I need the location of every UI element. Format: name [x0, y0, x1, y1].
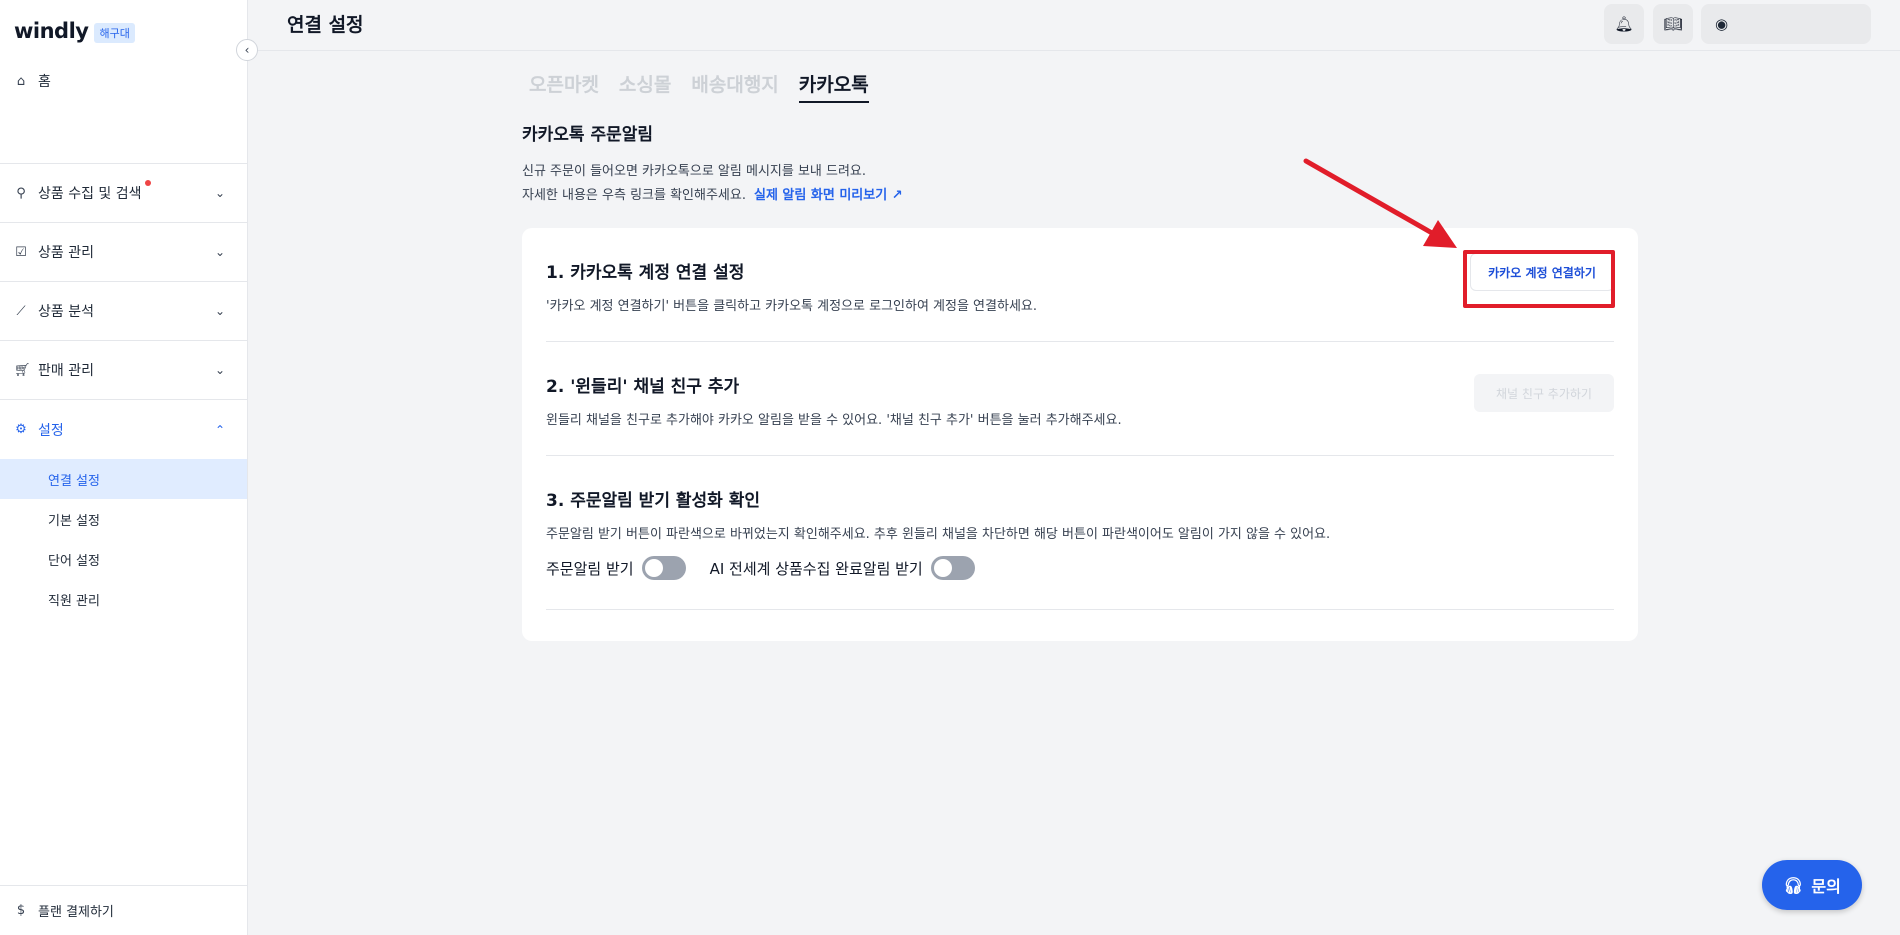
sidebar-item-basic-settings[interactable]: 기본 설정	[0, 499, 247, 539]
tab-sourcing-mall[interactable]: 소싱몰	[619, 70, 671, 103]
step-2: 2. '윈들리' 채널 친구 추가 윈들리 채널을 친구로 추가해야 카카오 알…	[546, 372, 1614, 456]
notification-dot	[144, 180, 151, 186]
top-header: 연결 설정 🔔︎ 📖︎ ◉	[249, 0, 1900, 51]
toggle-row: 주문알림 받기 AI 전세계 상품수집 완료알림 받기	[546, 556, 1614, 580]
chevron-down-icon: ⌄	[214, 245, 225, 259]
step-3-description: 주문알림 받기 버튼이 파란색으로 바뀌었는지 확인해주세요. 추후 윈들리 채…	[546, 527, 1331, 542]
gear-icon: ⚙	[15, 422, 27, 437]
tab-forwarding[interactable]: 배송대행지	[691, 70, 778, 103]
windly-logo[interactable]: windly	[14, 19, 89, 43]
order-alert-label: 주문알림 받기	[546, 559, 634, 578]
bell-icon: 🔔︎	[1614, 15, 1634, 33]
nav-label-settings: 설정	[38, 422, 64, 439]
chevron-down-icon: ⌄	[214, 304, 225, 318]
sidebar-item-connection-settings[interactable]: 연결 설정	[0, 459, 247, 499]
nav-section-product-search[interactable]: ⚲ 상품 수집 및 검색 ⌄	[0, 164, 247, 223]
plan-payment-label: 플랜 결제하기	[38, 905, 114, 920]
inquiry-button[interactable]: 🎧︎ 문의	[1762, 860, 1862, 910]
order-alert-toggle[interactable]	[641, 556, 686, 580]
section-description: 신규 주문이 들어오면 카카오톡으로 알림 메시지를 보내 드려요.	[522, 164, 867, 179]
guide-button[interactable]: 📖︎	[1653, 4, 1693, 44]
sidebar-item-staff-manage[interactable]: 직원 관리	[0, 579, 247, 619]
preview-link[interactable]: 실제 알림 화면 미리보기 ↗	[754, 184, 903, 203]
nav-section-settings[interactable]: ⚙ 설정 ⌃	[0, 400, 247, 459]
inquiry-label: 문의	[1811, 877, 1841, 896]
chevron-up-icon: ⌃	[214, 422, 225, 437]
section-description-text: 자세한 내용은 우측 링크를 확인해주세요.	[522, 188, 746, 203]
step-3: 3. 주문알림 받기 활성화 확인 주문알림 받기 버튼이 파란색으로 바뀌었는…	[546, 486, 1614, 610]
order-alert-toggle-group: 주문알림 받기	[546, 556, 686, 580]
ai-collect-alert-label: AI 전세계 상품수집 완료알림 받기	[709, 559, 923, 578]
nav-section-label: 상품 수집 및 검색	[38, 180, 151, 203]
step-2-title: 2. '윈들리' 채널 친구 추가	[546, 377, 740, 397]
nav-section-sales-manage[interactable]: 🛒︎ 판매 관리 ⌄	[0, 341, 247, 400]
nav-label-product-analysis: 상품 분석	[38, 304, 94, 320]
tab-kakaotalk[interactable]: 카카오톡	[798, 70, 869, 103]
page-title: 연결 설정	[287, 14, 364, 36]
step-3-title: 3. 주문알림 받기 활성화 확인	[546, 491, 761, 511]
user-circle-icon: ◉	[1715, 15, 1729, 33]
tab-open-market[interactable]: 오픈마켓	[529, 70, 599, 103]
add-channel-friend-button[interactable]: 채널 친구 추가하기	[1474, 374, 1614, 412]
user-menu-button[interactable]: ◉	[1701, 4, 1871, 44]
ai-collect-alert-toggle[interactable]	[930, 556, 975, 580]
toggle-knob	[933, 559, 952, 577]
step-2-description: 윈들리 채널을 친구로 추가해야 카카오 알림을 받을 수 있어요. '채널 친…	[546, 413, 1122, 428]
plan-payment-button[interactable]: $ 플랜 결제하기	[0, 885, 248, 935]
nav-home[interactable]: ⌂ 홈	[0, 62, 247, 164]
chevron-down-icon: ⌄	[214, 186, 225, 200]
logo-row: windly 해구대	[0, 0, 247, 62]
book-icon: 📖︎	[1663, 15, 1683, 33]
chevron-left-icon: ‹	[244, 43, 250, 57]
preview-link-label: 실제 알림 화면 미리보기	[753, 188, 888, 203]
dollar-icon: $	[16, 903, 26, 918]
search-icon: ⚲	[16, 185, 26, 201]
chevron-down-icon: ⌄	[214, 363, 225, 377]
ai-collect-toggle-group: AI 전세계 상품수집 완료알림 받기	[710, 556, 975, 580]
nav-label-product-manage: 상품 관리	[38, 245, 94, 261]
sidebar: windly 해구대 ⌂ 홈 ⚲ 상품 수집 및 검색 ⌄ ☑ 상품 관리 ⌄ …	[0, 0, 248, 935]
step-1-title: 1. 카카오톡 계정 연결 설정	[546, 263, 745, 283]
step-1: 1. 카카오톡 계정 연결 설정 '카카오 계정 연결하기' 버튼을 클릭하고 …	[546, 258, 1614, 342]
checklist-icon: ☑	[15, 244, 27, 260]
kakao-settings-card: 1. 카카오톡 계정 연결 설정 '카카오 계정 연결하기' 버튼을 클릭하고 …	[522, 228, 1638, 641]
toggle-knob	[644, 559, 663, 577]
external-link-icon: ↗	[891, 188, 903, 203]
nav-home-label: 홈	[38, 74, 51, 90]
headset-icon: 🎧︎	[1783, 875, 1804, 895]
step-1-description: '카카오 계정 연결하기' 버튼을 클릭하고 카카오톡 계정으로 로그인하여 계…	[546, 299, 1037, 314]
nav-section-product-manage[interactable]: ☑ 상품 관리 ⌄	[0, 223, 247, 282]
chart-line-icon: ⟋	[16, 303, 26, 319]
nav-label-product-search: 상품 수집 및 검색	[38, 186, 142, 202]
workspace-badge: 해구대	[94, 22, 135, 43]
section-description-2: 자세한 내용은 우측 링크를 확인해주세요. 실제 알림 화면 미리보기 ↗	[522, 184, 903, 203]
section-title: 카카오톡 주문알림	[522, 125, 654, 145]
nav-section-product-analysis[interactable]: ⟋ 상품 분석 ⌄	[0, 282, 247, 341]
sidebar-collapse-button[interactable]: ‹	[236, 39, 258, 61]
kakao-connect-button[interactable]: 카카오 계정 연결하기	[1470, 253, 1614, 291]
home-icon: ⌂	[16, 73, 26, 89]
cart-icon: 🛒︎	[14, 362, 31, 378]
sidebar-item-word-settings[interactable]: 단어 설정	[0, 539, 247, 579]
nav-label-sales-manage: 판매 관리	[38, 363, 94, 379]
connection-tabs: 오픈마켓 소싱몰 배송대행지 카카오톡	[529, 70, 869, 103]
notification-button[interactable]: 🔔︎	[1604, 4, 1644, 44]
